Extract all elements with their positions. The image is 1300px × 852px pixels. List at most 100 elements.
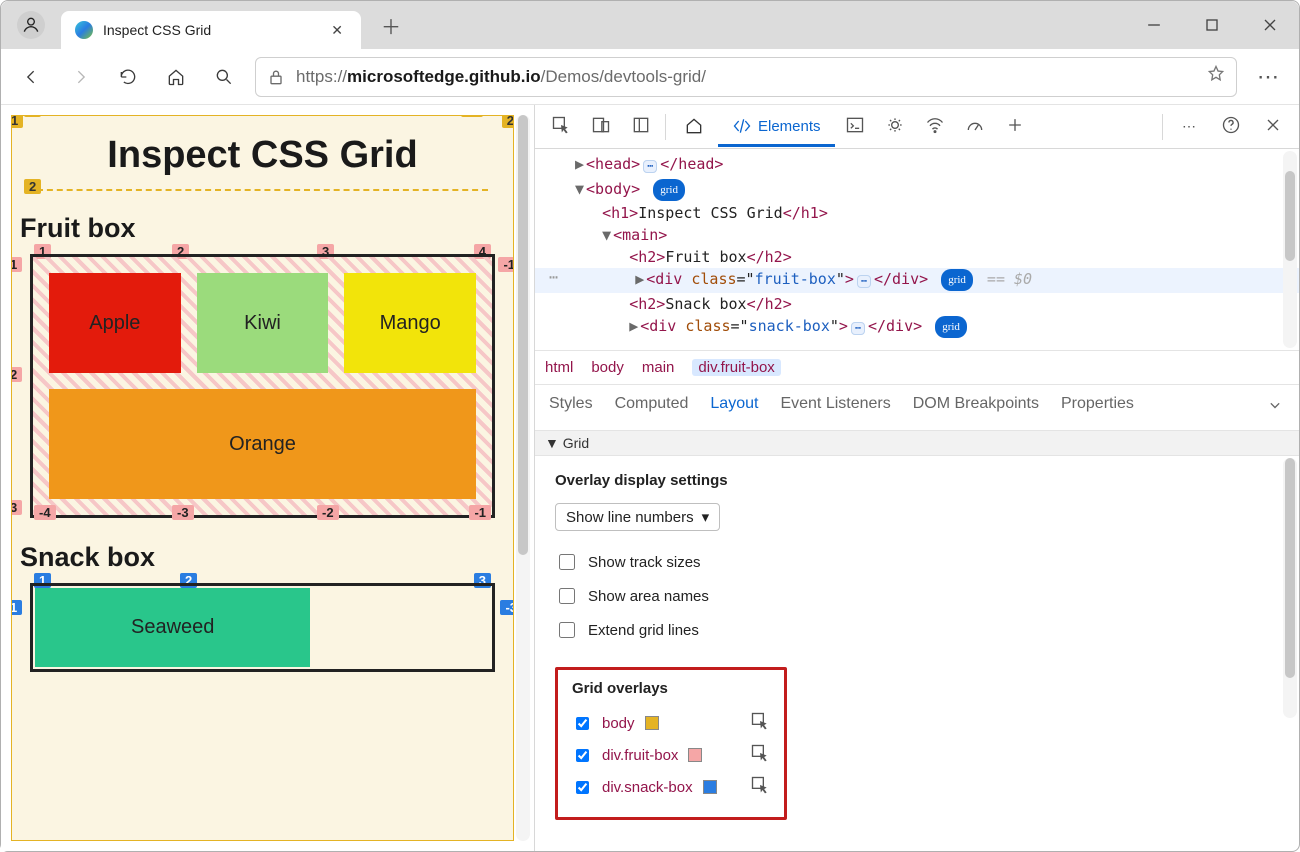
subtab-layout[interactable]: Layout: [710, 395, 758, 420]
browser-toolbar: https://microsoftedge.github.io/Demos/de…: [1, 49, 1299, 105]
fruit-box-grid: 1 -1 2 3 Apple Kiwi Mango Orange: [30, 254, 495, 518]
reveal-element-icon[interactable]: [750, 743, 770, 767]
grid-overlays-box: Grid overlays body div.fruit-box: [555, 667, 787, 820]
forward-button: [59, 56, 101, 98]
tab-elements[interactable]: Elements: [718, 106, 835, 147]
crumb-main[interactable]: main: [642, 359, 675, 376]
color-swatch[interactable]: [703, 780, 717, 794]
chk-track-sizes[interactable]: Show track sizes: [555, 545, 1279, 579]
grid-line-label: 3: [11, 500, 22, 515]
page-scrollbar[interactable]: [516, 115, 530, 841]
chevron-down-icon[interactable]: [1265, 395, 1285, 420]
minimize-button[interactable]: [1125, 1, 1183, 49]
grid-line-label: -1: [469, 505, 491, 520]
overlay-checkbox[interactable]: [576, 781, 589, 794]
add-tab-icon[interactable]: [995, 107, 1035, 146]
refresh-button[interactable]: [107, 56, 149, 98]
page-title: Inspect CSS Grid: [12, 134, 513, 177]
fruit-heading: Fruit box: [20, 213, 505, 244]
grid-line-label: 1: [11, 115, 23, 128]
maximize-button[interactable]: [1183, 1, 1241, 49]
styles-subtabs: Styles Computed Layout Event Listeners D…: [535, 385, 1299, 431]
subtab-styles[interactable]: Styles: [549, 395, 593, 420]
snack-heading: Snack box: [20, 542, 505, 573]
overlay-settings-heading: Overlay display settings: [555, 472, 1279, 489]
profile-avatar[interactable]: [17, 11, 45, 39]
grid-line-label: -3: [172, 505, 194, 520]
overlay-row-snack: div.snack-box: [572, 771, 770, 803]
cell-kiwi: Kiwi: [197, 273, 329, 373]
grid-line-label: -2: [317, 505, 339, 520]
grid-line-label: 1: [11, 600, 22, 615]
close-tab-icon[interactable]: ✕: [327, 18, 347, 43]
help-icon[interactable]: [1211, 107, 1251, 146]
breadcrumb[interactable]: html body main div.fruit-box: [535, 350, 1299, 385]
back-button[interactable]: [11, 56, 53, 98]
overlay-checkbox[interactable]: [576, 749, 589, 762]
grid-line-label: -1: [498, 257, 514, 272]
tab-title: Inspect CSS Grid: [103, 22, 317, 38]
more-button[interactable]: ⋯: [1247, 56, 1289, 98]
subtab-event-listeners[interactable]: Event Listeners: [780, 395, 890, 420]
panel-scrollbar[interactable]: [1283, 458, 1297, 718]
line-numbers-dropdown[interactable]: Show line numbers▾: [555, 503, 720, 531]
reveal-element-icon[interactable]: [750, 775, 770, 799]
page-viewport: 1 1 -1 2 Inspect CSS Grid 2 Fruit box 1 …: [1, 105, 534, 851]
home-button[interactable]: [155, 56, 197, 98]
cell-orange: Orange: [49, 389, 476, 499]
grid-line-label: 2: [11, 367, 22, 382]
subtab-computed[interactable]: Computed: [615, 395, 689, 420]
browser-tab[interactable]: Inspect CSS Grid ✕: [61, 11, 361, 49]
grid-overlays-heading: Grid overlays: [572, 680, 770, 697]
grid-line-label: 1: [11, 257, 22, 272]
devtools-panel: Elements ⋯ ▶<head>⋯</head> ▼<body> grid: [534, 105, 1299, 851]
grid-line-label: -4: [34, 505, 56, 520]
dom-scrollbar[interactable]: [1283, 151, 1297, 348]
cell-seaweed: Seaweed: [35, 588, 310, 667]
inspect-element-icon[interactable]: [541, 107, 581, 146]
grid-line-label: 1: [24, 115, 41, 117]
url-text: https://microsoftedge.github.io/Demos/de…: [296, 67, 706, 87]
sources-icon[interactable]: [875, 107, 915, 146]
grid-line-label: 2: [502, 115, 514, 128]
grid-line-label: -1: [461, 115, 483, 117]
close-devtools-icon[interactable]: [1253, 107, 1293, 146]
grid-section-header[interactable]: ▼ Grid: [535, 431, 1299, 456]
subtab-dom-breakpoints[interactable]: DOM Breakpoints: [913, 395, 1039, 420]
dock-icon[interactable]: [621, 107, 661, 146]
more-tools-icon[interactable]: ⋯: [1169, 110, 1209, 143]
crumb-body[interactable]: body: [591, 359, 624, 376]
cell-apple: Apple: [49, 273, 181, 373]
color-swatch[interactable]: [688, 748, 702, 762]
chk-extend-lines[interactable]: Extend grid lines: [555, 613, 1279, 647]
dom-tree[interactable]: ▶<head>⋯</head> ▼<body> grid <h1>Inspect…: [535, 149, 1299, 350]
lock-icon: [266, 67, 286, 87]
devtools-toolbar: Elements ⋯: [535, 105, 1299, 149]
close-window-button[interactable]: [1241, 1, 1299, 49]
search-icon[interactable]: [203, 56, 245, 98]
address-bar[interactable]: https://microsoftedge.github.io/Demos/de…: [255, 57, 1237, 97]
performance-icon[interactable]: [955, 107, 995, 146]
layout-panel: Overlay display settings Show line numbe…: [535, 456, 1299, 836]
crumb-html[interactable]: html: [545, 359, 573, 376]
edge-icon: [75, 21, 93, 39]
device-toggle-icon[interactable]: [581, 107, 621, 146]
title-bar: Inspect CSS Grid ✕ ＋: [1, 1, 1299, 49]
tab-welcome[interactable]: [670, 106, 718, 147]
overlay-row-body: body: [572, 707, 770, 739]
chk-area-names[interactable]: Show area names: [555, 579, 1279, 613]
favorite-icon[interactable]: [1206, 64, 1226, 89]
new-tab-button[interactable]: ＋: [371, 5, 411, 46]
grid-line-label: 2: [24, 179, 41, 194]
console-icon[interactable]: [835, 107, 875, 146]
color-swatch[interactable]: [645, 716, 659, 730]
subtab-properties[interactable]: Properties: [1061, 395, 1134, 420]
overlay-checkbox[interactable]: [576, 717, 589, 730]
snack-box-grid: 1 -3 Seaweed: [30, 583, 495, 672]
cell-mango: Mango: [344, 273, 476, 373]
grid-line-label: -3: [500, 600, 514, 615]
crumb-selected[interactable]: div.fruit-box: [692, 359, 780, 376]
overlay-row-fruit: div.fruit-box: [572, 739, 770, 771]
reveal-element-icon[interactable]: [750, 711, 770, 735]
network-icon[interactable]: [915, 107, 955, 146]
